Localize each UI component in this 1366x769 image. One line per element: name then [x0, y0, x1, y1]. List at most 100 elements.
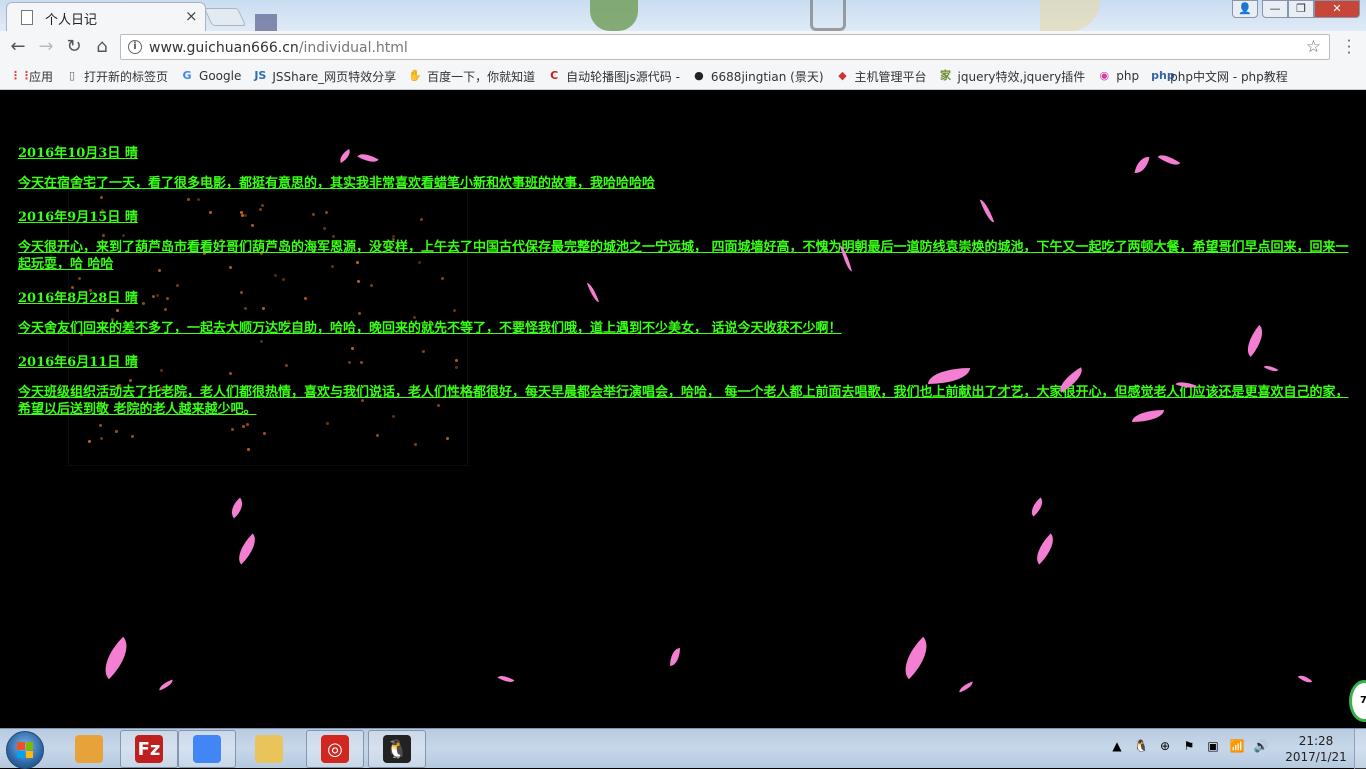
- minimize-button[interactable]: —: [1262, 0, 1288, 18]
- spark-particle: [414, 443, 417, 446]
- jquery-home-icon: 家: [940, 69, 952, 82]
- github-icon: ●: [694, 69, 704, 82]
- bookmarks-bar: ⋮⋮ 应用 ▯ 打开新的标签页 G Google JS JSShare_网页特效分享 ✋ 百度一下…: [0, 63, 1366, 90]
- url-host: www.guichuan666.cn: [149, 40, 299, 56]
- bookmark-label: php中文网 - php教程: [1170, 69, 1288, 84]
- diary-entry-text[interactable]: 今天在宿舍宅了一天，看了很多电影，都挺有意思的，其实我非常喜欢看蜡笔小新和炊事班…: [18, 175, 1358, 192]
- window-controls: 👤 — ❐ ✕: [1232, 0, 1360, 18]
- tab-strip: 个人日记 × 👤 — ❐ ✕: [0, 0, 1366, 31]
- bookmark-label: 自动轮播图js源代码 -: [566, 69, 680, 84]
- back-arrow-icon[interactable]: ←: [6, 37, 30, 59]
- filezilla-icon: Fz: [135, 735, 163, 763]
- baidu-icon: ✋: [408, 69, 422, 82]
- url-path: /individual.html: [298, 40, 408, 56]
- tray-icon[interactable]: ⊕: [1156, 739, 1174, 753]
- system-tray: ▲ 🐧 ⊕ ⚑ ▣ 📶 🔊: [1108, 739, 1270, 753]
- csdn-icon: C: [550, 69, 559, 82]
- tab-close-icon[interactable]: ×: [185, 7, 198, 25]
- bookmark-label: JSShare_网页特效分享: [272, 69, 397, 84]
- diary-page: 2016年10月3日 晴今天在宿舍宅了一天，看了很多电影，都挺有意思的，其实我非…: [0, 90, 1366, 728]
- reload-icon[interactable]: ↻: [62, 37, 86, 59]
- bookmark-item[interactable]: ✋ 百度一下，你就知道: [408, 68, 535, 85]
- system-clock[interactable]: 21:28 2017/1/21: [1280, 733, 1352, 765]
- page-favicon-icon: [21, 10, 33, 25]
- tray-icon[interactable]: 📶: [1228, 739, 1246, 753]
- home-icon[interactable]: ⌂: [90, 37, 114, 59]
- taskbar-explorer[interactable]: [240, 730, 298, 768]
- tray-icon[interactable]: 🐧: [1132, 739, 1150, 753]
- diary-entry-text[interactable]: 今天很开心，来到了葫芦岛市看看好哥们葫芦岛的海军恩源，没变样，上午去了中国古代保…: [18, 239, 1358, 273]
- show-desktop-button[interactable]: [1354, 729, 1366, 769]
- tray-icon[interactable]: ▣: [1204, 739, 1222, 753]
- sakura-petal: [957, 681, 975, 693]
- bookmark-item[interactable]: ◉ php: [1097, 69, 1139, 83]
- url-text[interactable]: www.guichuan666.cn/individual.html: [149, 40, 408, 56]
- jsshare-icon: JS: [254, 69, 267, 82]
- sakura-petal: [226, 497, 248, 519]
- diary-entry-date[interactable]: 2016年9月15日 晴: [18, 206, 1358, 225]
- wallpaper-detail: [810, 0, 846, 31]
- diary-entry-date[interactable]: 2016年8月28日 晴: [18, 287, 1358, 306]
- taskbar-app-launcher[interactable]: [60, 730, 118, 768]
- bookmark-item[interactable]: ▯ 打开新的标签页: [65, 68, 168, 85]
- bookmark-label: 百度一下，你就知道: [427, 69, 536, 84]
- sakura-petal: [94, 636, 138, 680]
- colorful-app-icon: [75, 735, 103, 763]
- diamond-icon: ◆: [838, 69, 847, 82]
- windows-logo-icon: [17, 742, 33, 758]
- sakura-petal: [497, 672, 515, 686]
- page-icon: ▯: [68, 69, 76, 82]
- browser-menu-icon[interactable]: · · ·: [1341, 34, 1357, 61]
- spark-particle: [263, 432, 266, 435]
- tray-icon[interactable]: ⚑: [1180, 739, 1198, 753]
- bookmark-item[interactable]: php php中文网 - php教程: [1151, 68, 1288, 85]
- close-window-button[interactable]: ✕: [1314, 0, 1360, 18]
- folder-icon: [255, 735, 283, 763]
- site-info-icon[interactable]: i: [128, 40, 142, 54]
- spark-particle: [88, 440, 91, 443]
- clock-time: 21:28: [1298, 734, 1334, 748]
- bookmark-item[interactable]: G Google: [180, 69, 242, 83]
- bookmark-star-icon[interactable]: ☆: [1306, 37, 1321, 57]
- diary-entry-date[interactable]: 2016年10月3日 晴: [18, 142, 1358, 161]
- sakura-petal: [670, 648, 680, 666]
- bookmark-item[interactable]: C 自动轮播图js源代码 -: [547, 68, 680, 85]
- browser-toolbar: ← → ↻ ⌂ i www.guichuan666.cn/individual.…: [0, 31, 1366, 63]
- taskbar-filezilla[interactable]: Fz: [120, 730, 178, 768]
- address-bar[interactable]: i www.guichuan666.cn/individual.html ☆: [120, 34, 1330, 60]
- qq-penguin-icon: 🐧: [383, 735, 411, 763]
- bookmark-item[interactable]: 家 jquery特效,jquery插件: [939, 68, 1086, 85]
- php-icon: ◉: [1099, 69, 1110, 82]
- forward-arrow-icon[interactable]: →: [34, 37, 58, 59]
- floating-badge[interactable]: 74: [1349, 680, 1366, 722]
- tab-personal-diary[interactable]: 个人日记 ×: [6, 2, 206, 31]
- tray-icon[interactable]: ▲: [1108, 739, 1126, 753]
- wallpaper-detail: [255, 14, 277, 31]
- bookmark-item[interactable]: ⋮⋮ 应用: [10, 68, 53, 85]
- php-cn-icon: php: [1151, 69, 1175, 82]
- taskbar-netease-music[interactable]: ◎: [306, 730, 364, 768]
- diary-entry-text[interactable]: 今天舍友们回来的差不多了，一起去大顺万达吃自助，哈哈，晚回来的就先不等了，不要怪…: [18, 320, 1358, 337]
- taskbar-qq[interactable]: 🐧: [368, 730, 426, 768]
- tab-title: 个人日记: [45, 13, 98, 28]
- chrome-icon: [193, 735, 221, 763]
- start-button[interactable]: [6, 731, 44, 769]
- sakura-petal: [1026, 497, 1048, 517]
- spark-particle: [247, 448, 250, 451]
- user-profile-button[interactable]: 👤: [1232, 0, 1258, 18]
- bookmark-item[interactable]: JS JSShare_网页特效分享: [253, 68, 396, 85]
- sakura-petal: [1029, 533, 1061, 565]
- sakura-petal: [157, 679, 175, 691]
- bookmark-label: jquery特效,jquery插件: [957, 69, 1086, 84]
- bookmark-label: php: [1116, 69, 1140, 83]
- bookmark-item[interactable]: ● 6688jingtian (景天): [692, 68, 824, 85]
- diary-entry-date[interactable]: 2016年6月11日 晴: [18, 351, 1358, 370]
- diary-content: 2016年10月3日 晴今天在宿舍宅了一天，看了很多电影，都挺有意思的，其实我非…: [18, 142, 1358, 432]
- tray-icon[interactable]: 🔊: [1252, 739, 1270, 753]
- spark-particle: [446, 437, 449, 440]
- maximize-button[interactable]: ❐: [1288, 0, 1314, 18]
- bookmark-item[interactable]: ◆ 主机管理平台: [836, 68, 926, 85]
- taskbar-chrome[interactable]: [178, 730, 236, 768]
- bookmark-label: 6688jingtian (景天): [710, 69, 824, 84]
- bookmark-label: Google: [199, 69, 242, 83]
